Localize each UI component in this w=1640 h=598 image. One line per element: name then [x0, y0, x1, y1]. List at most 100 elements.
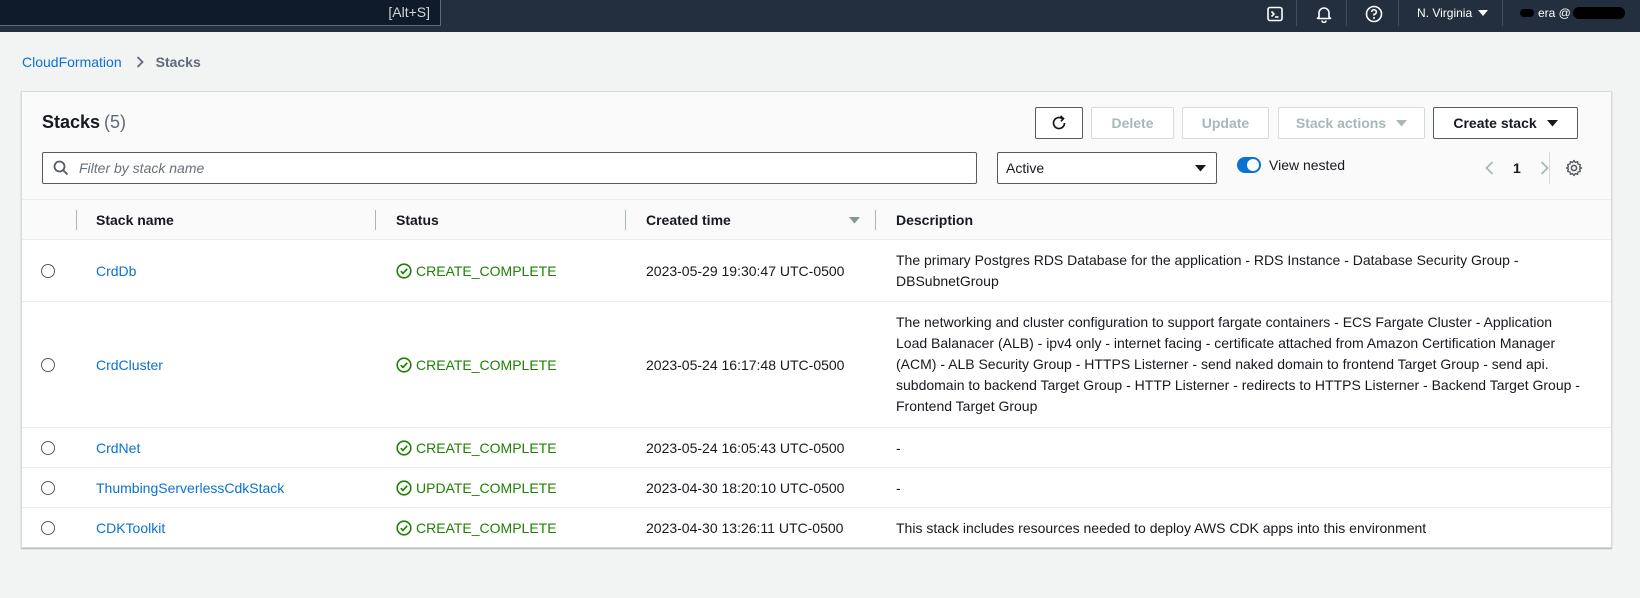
nav-divider — [1296, 0, 1297, 26]
redacted-mask — [1520, 9, 1534, 17]
stack-actions-button[interactable]: Stack actions — [1278, 107, 1425, 139]
caret-down-icon — [1396, 119, 1408, 127]
filter-field — [42, 152, 977, 184]
help-icon[interactable] — [1363, 3, 1385, 25]
notifications-bell-icon[interactable] — [1313, 3, 1335, 25]
previous-page-chevron-left-icon[interactable] — [1477, 156, 1501, 180]
update-button[interactable]: Update — [1182, 107, 1269, 139]
global-search[interactable]: [Alt+S] — [0, 0, 441, 26]
view-nested-toggle-group: View nested — [1237, 157, 1345, 173]
status-text: CREATE_COMPLETE — [416, 439, 557, 456]
status-cell: CREATE_COMPLETE — [396, 508, 557, 548]
created-time: 2023-04-30 13:26:11 UTC-0500 — [646, 520, 844, 536]
breadcrumb-cloudformation[interactable]: CloudFormation — [22, 54, 122, 70]
stacks-table: Stack name Status Created time Descripti… — [22, 200, 1611, 548]
status-cell: CREATE_COMPLETE — [396, 302, 557, 427]
account-menu[interactable]: era @ — [1520, 6, 1625, 20]
success-check-icon — [396, 520, 412, 536]
pagination: 1 — [1477, 152, 1557, 184]
column-header-stack-name[interactable]: Stack name — [96, 200, 174, 240]
table-row: CrdDb CREATE_COMPLETE 2023-05-29 19:30:4… — [22, 240, 1611, 302]
column-divider[interactable] — [375, 210, 376, 230]
success-check-icon — [396, 439, 412, 456]
refresh-icon — [1052, 115, 1066, 130]
column-divider[interactable] — [625, 210, 626, 230]
stack-name-link[interactable]: CrdCluster — [96, 357, 163, 373]
column-divider — [76, 210, 77, 230]
table-settings-gear-icon[interactable] — [1562, 156, 1586, 180]
success-check-icon — [396, 356, 412, 373]
status-cell: CREATE_COMPLETE — [396, 240, 557, 301]
create-stack-label: Create stack — [1453, 115, 1537, 131]
row-select-radio[interactable] — [41, 468, 55, 507]
row-select-radio[interactable] — [41, 240, 55, 301]
next-page-chevron-right-icon[interactable] — [1533, 156, 1557, 180]
status-cell: UPDATE_COMPLETE — [396, 468, 557, 507]
region-label: N. Virginia — [1417, 6, 1473, 20]
created-time: 2023-05-24 16:05:43 UTC-0500 — [646, 439, 845, 456]
refresh-button[interactable] — [1035, 107, 1083, 139]
filter-stack-name-input[interactable] — [77, 159, 957, 177]
stacks-panel: Stacks (5) Delete Update Stack actions Cr… — [21, 91, 1612, 548]
status-text: CREATE_COMPLETE — [416, 520, 557, 536]
top-navigation: [Alt+S] N. Virginia era @ — [0, 0, 1640, 32]
chevron-right-icon — [136, 56, 144, 68]
stack-count: (5) — [104, 112, 127, 132]
page-title: Stacks (5) — [42, 112, 126, 133]
search-shortcut-hint: [Alt+S] — [388, 4, 430, 20]
divider — [1549, 152, 1550, 184]
breadcrumb: CloudFormation Stacks — [22, 54, 201, 70]
stack-name-link[interactable]: ThumbingServerlessCdkStack — [96, 480, 284, 496]
stack-name-link[interactable]: CDKToolkit — [96, 520, 165, 536]
caret-down-icon — [1478, 9, 1489, 16]
stack-name-link[interactable]: CrdNet — [96, 440, 140, 456]
created-time: 2023-04-30 18:20:10 UTC-0500 — [646, 479, 845, 496]
column-header-description[interactable]: Description — [896, 200, 973, 240]
stack-actions-label: Stack actions — [1295, 115, 1387, 131]
stack-description: - — [896, 479, 901, 496]
caret-down-icon — [1195, 164, 1206, 171]
table-row: CrdNet CREATE_COMPLETE 2023-05-24 16:05:… — [22, 428, 1611, 468]
table-row: CrdCluster CREATE_COMPLETE 2023-05-24 16… — [22, 302, 1611, 428]
row-select-radio[interactable] — [41, 428, 55, 467]
column-divider[interactable] — [875, 210, 876, 230]
current-page-number[interactable]: 1 — [1513, 160, 1521, 176]
status-text: CREATE_COMPLETE — [416, 356, 557, 373]
status-cell: CREATE_COMPLETE — [396, 428, 557, 467]
view-nested-toggle[interactable] — [1237, 157, 1261, 173]
status-filter-value: Active — [1006, 160, 1045, 176]
redacted-mask — [1572, 7, 1625, 19]
search-icon — [53, 160, 69, 176]
column-header-created-time[interactable]: Created time — [646, 200, 731, 240]
stack-description: This stack includes resources needed to … — [896, 520, 1427, 536]
created-time: 2023-05-24 16:17:48 UTC-0500 — [646, 356, 845, 373]
caret-down-icon — [1546, 119, 1558, 127]
created-time: 2023-05-29 19:30:47 UTC-0500 — [646, 262, 845, 279]
column-header-status[interactable]: Status — [396, 200, 439, 240]
table-row: ThumbingServerlessCdkStack UPDATE_COMPLE… — [22, 468, 1611, 508]
create-stack-button[interactable]: Create stack — [1433, 107, 1578, 139]
breadcrumb-stacks: Stacks — [155, 54, 201, 70]
panel-title-text: Stacks — [42, 112, 101, 132]
stack-description: The networking and cluster configuration… — [896, 314, 1580, 414]
table-header: Stack name Status Created time Descripti… — [22, 200, 1611, 240]
success-check-icon — [396, 479, 412, 496]
delete-button[interactable]: Delete — [1091, 107, 1174, 139]
status-filter-select[interactable]: Active — [997, 152, 1217, 184]
account-label: era @ — [1538, 6, 1571, 20]
row-select-radio[interactable] — [41, 302, 55, 427]
success-check-icon — [396, 262, 412, 279]
sort-descending-icon[interactable] — [849, 200, 860, 240]
nav-divider — [1398, 0, 1399, 26]
stack-description: The primary Postgres RDS Database for th… — [896, 251, 1519, 289]
nav-divider — [1502, 0, 1503, 26]
status-text: UPDATE_COMPLETE — [416, 479, 557, 496]
row-select-radio[interactable] — [41, 508, 55, 548]
region-selector[interactable]: N. Virginia — [1417, 6, 1489, 20]
view-nested-label: View nested — [1269, 157, 1346, 173]
stack-name-link[interactable]: CrdDb — [96, 263, 136, 279]
table-row: CDKToolkit CREATE_COMPLETE 2023-04-30 13… — [22, 508, 1611, 548]
status-text: CREATE_COMPLETE — [416, 262, 557, 279]
nav-divider — [1346, 0, 1347, 26]
cloudshell-icon[interactable] — [1264, 3, 1286, 25]
